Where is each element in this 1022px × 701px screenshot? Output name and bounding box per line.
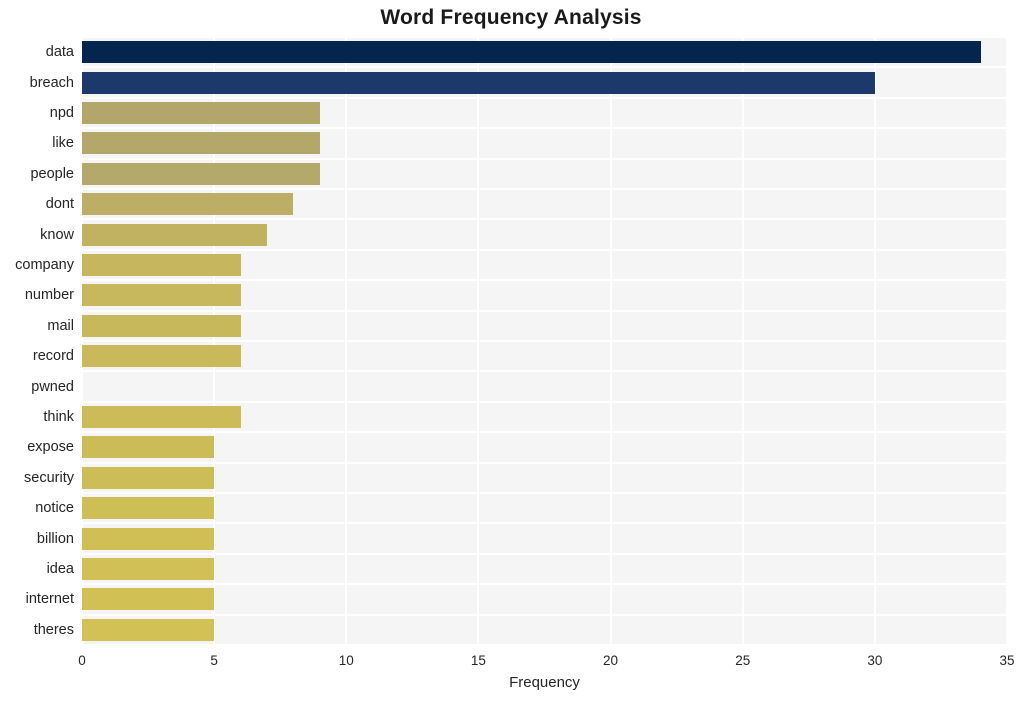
x-tick-label-35: 35: [999, 653, 1015, 668]
bar-internet: [82, 588, 215, 611]
bars-layer: [82, 37, 1007, 645]
x-tick-label-0: 0: [78, 653, 86, 668]
bar-data: [82, 41, 981, 64]
bar-row: [82, 497, 1007, 520]
y-tick-label-breach: breach: [29, 74, 74, 91]
y-axis-tick-labels: data breach npd like people dont know company nu…: [0, 37, 74, 645]
bar-npd: [82, 102, 320, 124]
x-tick-label-30: 30: [867, 653, 883, 668]
chart-title: Word Frequency Analysis: [380, 6, 642, 29]
bar-record: [82, 345, 241, 368]
bar-security: [82, 466, 215, 489]
y-tick-label-npd: npd: [49, 105, 74, 121]
y-tick-label-dont: dont: [45, 196, 74, 213]
bar-row: [82, 588, 1007, 611]
bar-row: [82, 41, 1007, 64]
y-tick-label-mail: mail: [47, 317, 74, 334]
bar-billion: [82, 527, 215, 550]
bar-row: [82, 376, 1007, 398]
bar-company: [82, 254, 241, 276]
y-tick-label-internet: internet: [25, 591, 74, 608]
bar-row: [82, 618, 1007, 641]
plot-area: [81, 36, 1008, 646]
bar-pwned: [82, 376, 241, 398]
x-tick-label-20: 20: [603, 653, 619, 668]
y-tick-label-data: data: [45, 44, 74, 61]
bar-people: [82, 162, 320, 185]
bar-row: [82, 132, 1007, 155]
y-tick-label-pwned: pwned: [31, 378, 74, 395]
bar-dont: [82, 193, 294, 216]
y-tick-label-record: record: [32, 348, 74, 365]
bar-row: [82, 406, 1007, 428]
y-tick-label-idea: idea: [46, 561, 74, 577]
bar-row: [82, 345, 1007, 368]
bar-row: [82, 466, 1007, 489]
bar-row: [82, 527, 1007, 550]
bar-like: [82, 132, 320, 155]
x-axis-tick-labels: 0 5 10 15 20 25 30 35: [78, 645, 1014, 675]
bar-theres: [82, 618, 215, 641]
bar-number: [82, 284, 241, 307]
bar-notice: [82, 497, 215, 520]
bar-expose: [82, 436, 215, 459]
bar-row: [82, 71, 1007, 94]
y-tick-label-know: know: [40, 226, 74, 243]
y-tick-label-number: number: [24, 287, 74, 304]
y-tick-label-company: company: [15, 257, 74, 273]
y-tick-label-like: like: [52, 135, 74, 152]
bar-row: [82, 284, 1007, 307]
bar-row: [82, 193, 1007, 216]
bar-row: [82, 436, 1007, 459]
y-tick-label-think: think: [43, 409, 74, 425]
bar-row: [82, 254, 1007, 276]
y-tick-label-people: people: [30, 165, 74, 182]
bar-row: [82, 558, 1007, 580]
bar-know: [82, 223, 267, 246]
x-tick-label-5: 5: [210, 653, 218, 668]
x-tick-label-25: 25: [735, 653, 751, 668]
y-tick-label-theres: theres: [33, 621, 74, 638]
word-frequency-bar-chart: Word Frequency Analysis data breach npd lik…: [0, 0, 1022, 701]
bar-mail: [82, 314, 241, 337]
bar-row: [82, 102, 1007, 124]
y-tick-label-notice: notice: [35, 500, 74, 517]
x-axis-title: Frequency: [509, 674, 580, 691]
bar-row: [82, 162, 1007, 185]
bar-idea: [82, 558, 215, 580]
x-tick-label-15: 15: [470, 653, 486, 668]
y-tick-label-billion: billion: [36, 530, 74, 547]
bar-think: [82, 406, 241, 428]
y-tick-label-security: security: [24, 469, 74, 486]
x-tick-label-10: 10: [338, 653, 354, 668]
bar-row: [82, 223, 1007, 246]
bar-row: [82, 314, 1007, 337]
bar-breach: [82, 71, 875, 94]
y-tick-label-expose: expose: [27, 439, 74, 456]
